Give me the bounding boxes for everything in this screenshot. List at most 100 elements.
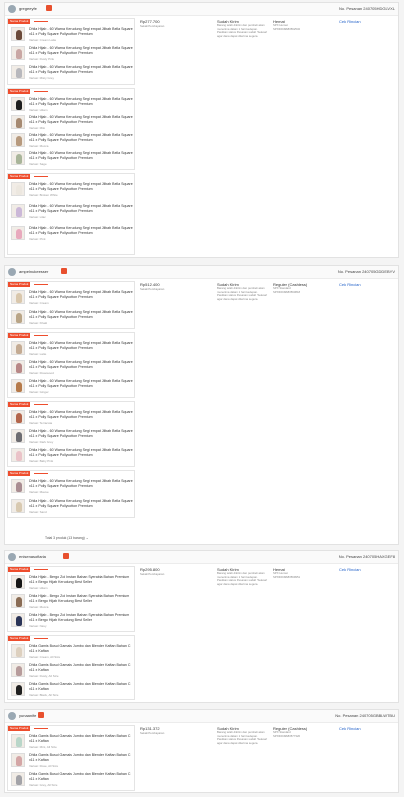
product-thumbnail[interactable] [11,575,25,589]
product-thumbnail[interactable] [11,663,25,677]
check-details-link[interactable]: Cek Rincian [339,567,361,572]
buyer-username[interactable]: gregeeyfe [19,6,37,11]
buyer-username[interactable]: enisenasofiaria [19,554,46,559]
product-item[interactable]: Dhila Hijab - Bergo Zoi Instan Bahan Sye… [11,594,135,610]
chat-icon[interactable] [61,268,67,274]
product-thumbnail[interactable] [11,204,25,218]
product-thumbnail[interactable] [11,410,25,424]
product-item[interactable]: Dhila Hijab - 60 Warna Kerudung Segi emp… [11,226,135,242]
product-name[interactable]: Dhila Hijab - 60 Warna Kerudung Segi emp… [29,97,133,107]
product-item[interactable]: Dhila Gamis Busui Gamais Jumbo dan Blend… [11,772,135,788]
product-thumbnail[interactable] [11,133,25,147]
product-thumbnail[interactable] [11,310,25,324]
product-item[interactable]: Dhila Hijab - 60 Warna Kerudung Segi emp… [11,97,135,113]
product-name[interactable]: Dhila Hijab - 60 Warna Kerudung Segi emp… [29,341,133,351]
product-name[interactable]: Dhila Gamis Busui Gamais Jumbo dan Blend… [29,663,133,673]
product-name[interactable]: Dhila Hijab - Bergo Zoi Instan Bahan Sye… [29,575,133,585]
product-thumbnail[interactable] [11,479,25,493]
product-name[interactable]: Dhila Hijab - 60 Warna Kerudung Segi emp… [29,310,133,320]
product-item[interactable]: Dhila Hijab - Bergo Zoi Instan Bahan Sye… [11,575,135,591]
product-thumbnail[interactable] [11,429,25,443]
product-thumbnail[interactable] [11,594,25,608]
product-thumbnail[interactable] [11,644,25,658]
product-name[interactable]: Dhila Hijab - 60 Warna Kerudung Segi emp… [29,479,133,489]
product-item[interactable]: Dhila Gamis Busui Gamais Jumbo dan Blend… [11,682,135,698]
product-item[interactable]: Dhila Hijab - 60 Warna Kerudung Segi emp… [11,182,135,198]
product-item[interactable]: Dhila Gamis Busui Gamais Jumbo dan Blend… [11,644,135,660]
product-name[interactable]: Dhila Gamis Busui Gamais Jumbo dan Blend… [29,772,133,782]
product-name[interactable]: Dhila Hijab - 60 Warna Kerudung Segi emp… [29,133,133,143]
product-thumbnail[interactable] [11,115,25,129]
product-name[interactable]: Dhila Hijab - 60 Warna Kerudung Segi emp… [29,27,133,37]
product-name[interactable]: Dhila Hijab - 60 Warna Kerudung Segi emp… [29,204,133,214]
product-thumbnail[interactable] [11,360,25,374]
product-item[interactable]: Dhila Hijab - 60 Warna Kerudung Segi emp… [11,360,135,376]
avatar[interactable] [8,5,16,13]
product-item[interactable]: Dhila Hijab - 60 Warna Kerudung Segi emp… [11,429,135,445]
product-thumbnail[interactable] [11,226,25,240]
product-name[interactable]: Dhila Hijab - 60 Warna Kerudung Segi emp… [29,448,133,458]
product-name[interactable]: Dhila Hijab - 60 Warna Kerudung Segi emp… [29,226,133,236]
product-item[interactable]: Dhila Hijab - 60 Warna Kerudung Segi emp… [11,115,135,131]
product-item[interactable]: Dhila Hijab - 60 Warna Kerudung Segi emp… [11,479,135,495]
product-item[interactable]: Dhila Hijab - 60 Warna Kerudung Segi emp… [11,151,135,167]
product-name[interactable]: Dhila Hijab - 60 Warna Kerudung Segi emp… [29,290,133,300]
product-item[interactable]: Dhila Gamis Busui Gamais Jumbo dan Blend… [11,734,135,750]
product-item[interactable]: Dhila Hijab - 60 Warna Kerudung Segi emp… [11,133,135,149]
product-thumbnail[interactable] [11,682,25,696]
product-thumbnail[interactable] [11,772,25,786]
product-item[interactable]: Dhila Hijab - 60 Warna Kerudung Segi emp… [11,448,135,464]
product-item[interactable]: Dhila Hijab - 60 Warna Kerudung Segi emp… [11,204,135,220]
product-name[interactable]: Dhila Hijab - 60 Warna Kerudung Segi emp… [29,115,133,125]
show-all-products-toggle[interactable]: Total 3 produk (13 barang) ⌄ [45,536,89,540]
product-thumbnail[interactable] [11,182,25,196]
product-item[interactable]: Dhila Hijab - 60 Warna Kerudung Segi emp… [11,499,135,515]
avatar[interactable] [8,268,16,276]
chat-icon[interactable] [63,553,69,559]
chat-icon[interactable] [46,5,52,11]
avatar[interactable] [8,712,16,720]
product-name[interactable]: Dhila Hijab - 60 Warna Kerudung Segi emp… [29,46,133,56]
product-thumbnail[interactable] [11,46,25,60]
product-item[interactable]: Dhila Gamis Busui Gamais Jumbo dan Blend… [11,753,135,769]
product-item[interactable]: Dhila Hijab - 60 Warna Kerudung Segi emp… [11,410,135,426]
product-thumbnail[interactable] [11,734,25,748]
product-thumbnail[interactable] [11,448,25,462]
product-name[interactable]: Dhila Hijab - 60 Warna Kerudung Segi emp… [29,182,133,192]
check-details-link[interactable]: Cek Rincian [339,726,361,731]
product-thumbnail[interactable] [11,499,25,513]
product-thumbnail[interactable] [11,27,25,41]
product-name[interactable]: Dhila Hijab - Bergo Zoi Instan Bahan Sye… [29,594,133,604]
buyer-username[interactable]: ampelnukeesser [19,269,48,274]
product-name[interactable]: Dhila Gamis Busui Gamais Jumbo dan Blend… [29,753,133,763]
product-item[interactable]: Dhila Hijab - 60 Warna Kerudung Segi emp… [11,379,135,395]
product-thumbnail[interactable] [11,290,25,304]
product-item[interactable]: Dhila Hijab - 60 Warna Kerudung Segi emp… [11,310,135,326]
product-thumbnail[interactable] [11,613,25,627]
product-name[interactable]: Dhila Hijab - 60 Warna Kerudung Segi emp… [29,379,133,389]
avatar[interactable] [8,553,16,561]
product-name[interactable]: Dhila Hijab - 60 Warna Kerudung Segi emp… [29,429,133,439]
product-name[interactable]: Dhila Hijab - 60 Warna Kerudung Segi emp… [29,499,133,509]
buyer-username[interactable]: yunaanife [19,713,36,718]
product-thumbnail[interactable] [11,97,25,111]
product-thumbnail[interactable] [11,65,25,79]
check-details-link[interactable]: Cek Rincian [339,19,361,24]
product-name[interactable]: Dhila Hijab - 60 Warna Kerudung Segi emp… [29,151,133,161]
product-item[interactable]: Dhila Gamis Busui Gamais Jumbo dan Blend… [11,663,135,679]
product-item[interactable]: Dhila Hijab - 60 Warna Kerudung Segi emp… [11,341,135,357]
product-item[interactable]: Dhila Hijab - 60 Warna Kerudung Segi emp… [11,46,135,62]
product-item[interactable]: Dhila Hijab - Bergo Zoi Instan Bahan Sye… [11,613,135,629]
chat-icon[interactable] [38,712,44,718]
product-thumbnail[interactable] [11,379,25,393]
check-details-link[interactable]: Cek Rincian [339,282,361,287]
product-name[interactable]: Dhila Gamis Busui Gamais Jumbo dan Blend… [29,682,133,692]
product-item[interactable]: Dhila Hijab - 60 Warna Kerudung Segi emp… [11,27,135,43]
product-name[interactable]: Dhila Hijab - 60 Warna Kerudung Segi emp… [29,410,133,420]
product-item[interactable]: Dhila Hijab - 60 Warna Kerudung Segi emp… [11,290,135,306]
product-item[interactable]: Dhila Hijab - 60 Warna Kerudung Segi emp… [11,65,135,81]
product-name[interactable]: Dhila Hijab - Bergo Zoi Instan Bahan Sye… [29,613,133,623]
product-name[interactable]: Dhila Gamis Busui Gamais Jumbo dan Blend… [29,734,133,744]
product-name[interactable]: Dhila Hijab - 60 Warna Kerudung Segi emp… [29,360,133,370]
product-thumbnail[interactable] [11,753,25,767]
